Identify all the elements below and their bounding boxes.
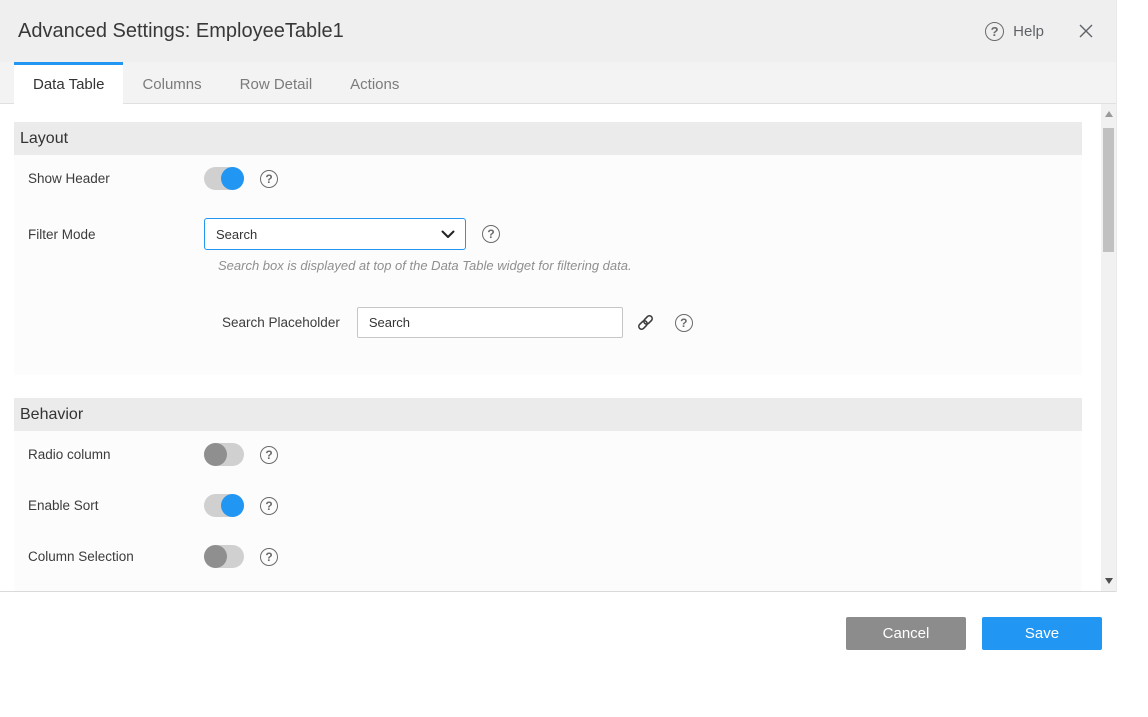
advanced-settings-dialog: Advanced Settings: EmployeeTable1 ? Help…	[0, 0, 1117, 592]
tab-label: Columns	[142, 76, 201, 93]
search-placeholder-help-icon[interactable]: ?	[675, 314, 693, 332]
radio-column-toggle[interactable]	[204, 443, 244, 466]
tab-label: Row Detail	[240, 76, 313, 93]
help-label: Help	[1013, 23, 1044, 40]
tab-row-detail[interactable]: Row Detail	[221, 62, 332, 104]
column-selection-help-icon[interactable]: ?	[260, 548, 278, 566]
column-selection-toggle[interactable]	[204, 545, 244, 568]
show-header-help-icon[interactable]: ?	[260, 170, 278, 188]
chevron-down-icon	[441, 230, 455, 239]
tab-label: Actions	[350, 76, 399, 93]
show-header-row: Show Header ?	[28, 167, 1082, 190]
dialog-header: Advanced Settings: EmployeeTable1 ? Help	[0, 0, 1116, 62]
enable-sort-row: Enable Sort ?	[28, 494, 1082, 517]
filter-mode-label: Filter Mode	[28, 227, 204, 242]
section-layout-header: Layout	[14, 122, 1082, 155]
close-icon	[1078, 23, 1094, 39]
dialog-footer: Cancel Save	[0, 592, 1148, 650]
scrollbar-thumb[interactable]	[1103, 128, 1114, 252]
tab-columns[interactable]: Columns	[123, 62, 220, 104]
filter-mode-help-icon[interactable]: ?	[482, 225, 500, 243]
filter-mode-helper-text: Search box is displayed at top of the Da…	[218, 258, 1082, 273]
bind-link-button[interactable]	[636, 313, 655, 332]
radio-column-help-icon[interactable]: ?	[260, 446, 278, 464]
settings-scroll-area: Layout Show Header ? Filter Mode Search	[0, 104, 1116, 592]
help-icon: ?	[985, 22, 1004, 41]
help-button[interactable]: ? Help	[985, 22, 1044, 41]
column-selection-label: Column Selection	[28, 549, 204, 564]
search-placeholder-input[interactable]	[357, 307, 623, 338]
radio-column-label: Radio column	[28, 447, 204, 462]
save-button[interactable]: Save	[982, 617, 1102, 650]
tab-bar: Data Table Columns Row Detail Actions	[0, 62, 1116, 104]
enable-sort-toggle[interactable]	[204, 494, 244, 517]
column-selection-row: Column Selection ?	[28, 545, 1082, 568]
tab-data-table[interactable]: Data Table	[14, 62, 123, 104]
radio-column-row: Radio column ?	[28, 443, 1082, 466]
search-placeholder-row: Search Placeholder ?	[222, 307, 1082, 338]
search-placeholder-label: Search Placeholder	[222, 315, 340, 330]
tab-actions[interactable]: Actions	[331, 62, 418, 104]
cancel-button[interactable]: Cancel	[846, 617, 966, 650]
chain-link-icon	[636, 313, 655, 332]
filter-mode-value: Search	[216, 227, 441, 242]
show-header-toggle[interactable]	[204, 167, 244, 190]
section-behavior: Behavior Radio column ? Enable Sort ? Co…	[14, 398, 1082, 592]
section-layout: Layout Show Header ? Filter Mode Search	[14, 122, 1082, 375]
show-header-label: Show Header	[28, 171, 204, 186]
section-behavior-header: Behavior	[14, 398, 1082, 431]
tab-label: Data Table	[33, 76, 104, 93]
scrollbar-up-arrow[interactable]	[1101, 106, 1116, 122]
vertical-scrollbar[interactable]	[1101, 104, 1116, 591]
filter-mode-row: Filter Mode Search ?	[28, 218, 1082, 250]
filter-mode-select[interactable]: Search	[204, 218, 466, 250]
close-button[interactable]	[1078, 23, 1094, 39]
enable-sort-label: Enable Sort	[28, 498, 204, 513]
page-title: Advanced Settings: EmployeeTable1	[18, 20, 344, 43]
enable-sort-help-icon[interactable]: ?	[260, 497, 278, 515]
scrollbar-down-arrow[interactable]	[1101, 573, 1116, 589]
